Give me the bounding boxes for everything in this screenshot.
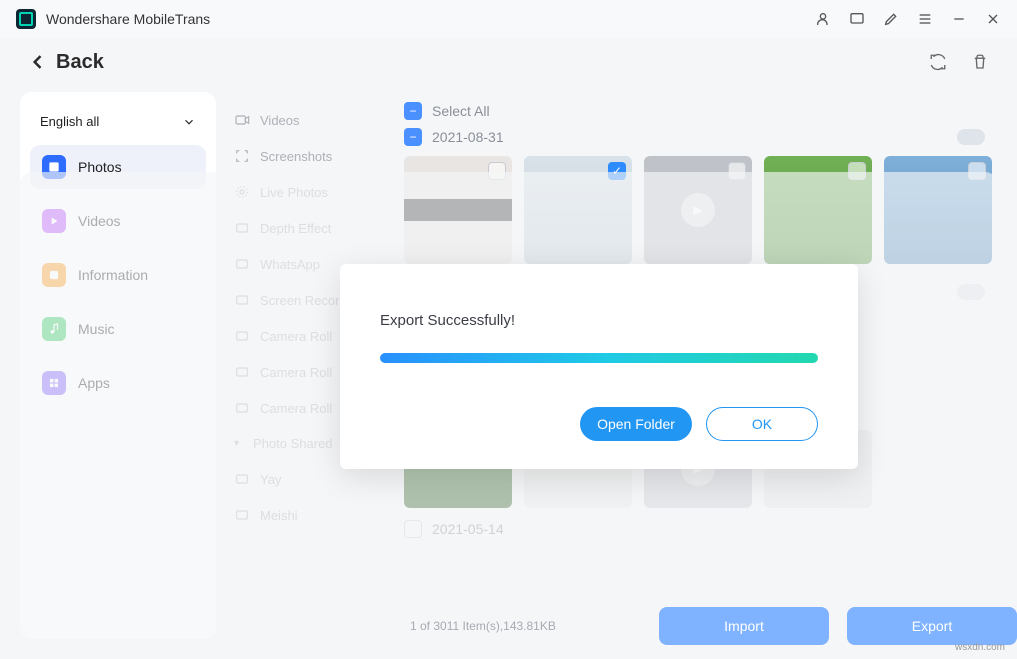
date-group-row[interactable]: 2021-08-31 — [404, 122, 997, 156]
titlebar-actions — [815, 11, 1001, 27]
count-badge — [957, 129, 985, 145]
language-label: English all — [40, 114, 99, 129]
group-date: 2021-08-31 — [432, 129, 504, 145]
toolbar-actions — [929, 53, 989, 71]
progress-bar — [380, 353, 818, 363]
back-label: Back — [56, 51, 104, 74]
select-all-checkbox[interactable] — [404, 102, 422, 120]
refresh-icon[interactable] — [929, 53, 947, 71]
chevron-left-icon — [28, 52, 48, 72]
album-label: Screenshots — [260, 149, 332, 164]
ok-button[interactable]: OK — [706, 407, 818, 441]
language-select[interactable]: English all — [30, 108, 206, 145]
open-folder-button[interactable]: Open Folder — [580, 407, 692, 441]
export-button[interactable]: Export — [847, 607, 1017, 645]
message-icon[interactable] — [849, 11, 865, 27]
album-item[interactable]: Videos — [228, 102, 390, 138]
status-text: 1 of 3011 Item(s),143.81KB — [410, 619, 641, 633]
titlebar: Wondershare MobileTrans — [0, 0, 1017, 38]
group-checkbox[interactable] — [404, 128, 422, 146]
album-item[interactable]: Screenshots — [228, 138, 390, 174]
watermark: wsxdn.com — [955, 642, 1005, 653]
footer: 1 of 3011 Item(s),143.81KB Import Export — [394, 607, 1017, 645]
screenshots-icon — [234, 148, 250, 164]
back-button[interactable]: Back — [28, 51, 104, 74]
modal-title: Export Successfully! — [380, 312, 818, 329]
minimize-button[interactable] — [951, 11, 967, 27]
edit-icon[interactable] — [883, 11, 899, 27]
app-logo-icon — [16, 9, 36, 29]
export-success-modal: Export Successfully! Open Folder OK — [340, 264, 858, 469]
select-all-label: Select All — [432, 103, 490, 119]
back-row: Back — [0, 38, 1017, 86]
user-icon[interactable] — [815, 11, 831, 27]
album-label: Videos — [260, 113, 300, 128]
menu-icon[interactable] — [917, 11, 933, 27]
delete-icon[interactable] — [971, 53, 989, 71]
modal-buttons: Open Folder OK — [380, 407, 818, 441]
videos-album-icon — [234, 112, 250, 128]
import-button[interactable]: Import — [659, 607, 829, 645]
app-title: Wondershare MobileTrans — [46, 11, 815, 27]
chevron-down-icon — [182, 115, 196, 129]
close-button[interactable] — [985, 11, 1001, 27]
select-all-row[interactable]: Select All — [404, 100, 997, 122]
